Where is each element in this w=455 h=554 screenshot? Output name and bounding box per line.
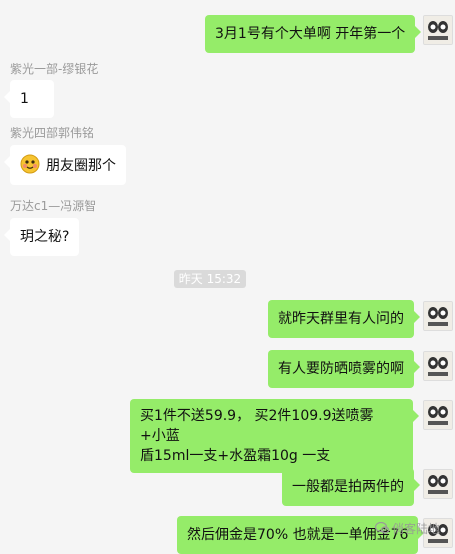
message-line: 盾15ml一支+水盈霜10g 一支 <box>140 448 331 464</box>
chat-area: 3月1号有个大单啊 开年第一个 紫光一部-缪银花 1 紫光四部郭伟铭 朋友圈那个… <box>0 0 455 554</box>
message-bubble[interactable]: 有人要防晒喷雾的啊 <box>268 350 420 388</box>
timestamp: 昨天 15:32 <box>174 270 246 288</box>
message-bubble[interactable]: 1 <box>4 80 54 118</box>
avatar-icon[interactable] <box>423 301 453 331</box>
avatar-icon[interactable] <box>423 469 453 499</box>
message-bubble[interactable]: 朋友圈那个 <box>4 145 126 185</box>
message-bubble[interactable]: 买1件不送59.9， 买2件109.9送喷雾 +小蓝 盾15ml一支+水盈霜10… <box>130 399 419 473</box>
message-bubble[interactable]: 3月1号有个大单啊 开年第一个 <box>205 15 422 53</box>
chat-bubble-icon <box>374 521 390 534</box>
sender-name: 紫光一部-缪银花 <box>10 62 99 76</box>
avatar-icon[interactable] <box>423 15 453 45</box>
sender-name: 万达c1—冯源智 <box>10 199 97 213</box>
message-bubble[interactable]: 玥之秘? <box>3 218 80 256</box>
message-bubble[interactable]: 就昨天群里有人问的 <box>268 300 420 338</box>
sender-name: 紫光四部郭伟铭 <box>10 126 95 140</box>
message-bubble[interactable]: 一般都是拍两件的 <box>282 468 420 506</box>
avatar-icon[interactable] <box>423 400 453 430</box>
message-line: 买1件不送59.9， 买2件109.9送喷雾 +小蓝 <box>140 408 374 444</box>
message-text: 朋友圈那个 <box>46 158 116 174</box>
avatar-icon[interactable] <box>423 351 453 381</box>
smiling-face-icon <box>20 154 40 174</box>
watermark: 俏客陆地 <box>374 520 441 537</box>
watermark-text: 俏客陆地 <box>392 522 441 536</box>
